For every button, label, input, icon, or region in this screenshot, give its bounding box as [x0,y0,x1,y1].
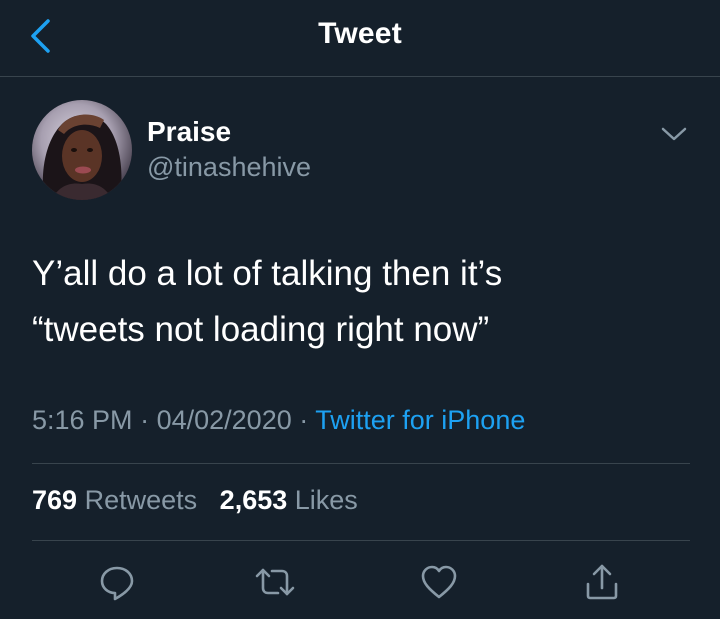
tweet-source-link[interactable]: Twitter for iPhone [315,405,525,435]
reply-button[interactable] [93,558,141,606]
tweet-text-line: Y’all do a lot of talking then it’s [32,254,503,293]
likes-count: 2,653 [219,485,288,515]
author-handle[interactable]: @tinashehive [147,152,311,183]
author-display-name[interactable]: Praise [147,116,231,148]
tweet-text: Y’all do a lot of talking then it’s “twe… [32,246,692,358]
retweets-label: Retweets [84,485,198,515]
meta-separator: · [140,405,150,435]
heart-icon [421,565,457,599]
tweet-date: 04/02/2020 [156,405,292,435]
avatar[interactable] [32,100,132,200]
retweets-stat[interactable]: 769 Retweets [32,485,205,515]
tweet-stats: 769 Retweets 2,653 Likes [32,485,358,516]
tweet-actions [0,558,720,608]
navigation-bar: Tweet [0,0,720,77]
tweet-meta: 5:16 PM · 04/02/2020 · Twitter for iPhon… [32,405,525,436]
retweet-button[interactable] [251,558,299,606]
tweet-detail-screen: Tweet Praise @tinashehive Y’all do a lot… [0,0,720,619]
likes-stat[interactable]: 2,653 Likes [220,485,358,515]
retweets-count: 769 [32,485,78,515]
like-button[interactable] [415,558,463,606]
likes-label: Likes [294,485,358,515]
meta-separator: · [299,405,309,435]
tweet-author: Praise @tinashehive [32,100,692,204]
tweet-text-line: “tweets not loading right now” [32,310,490,349]
reply-icon [100,566,134,601]
retweet-icon [255,568,295,596]
tweet-time: 5:16 PM [32,405,133,435]
avatar-image [32,100,132,200]
share-icon [586,564,618,600]
share-button[interactable] [578,558,626,606]
tweet-options-button[interactable] [656,118,692,150]
page-title: Tweet [318,17,402,50]
divider [32,463,690,464]
divider [32,540,690,541]
chevron-down-icon [661,127,687,141]
